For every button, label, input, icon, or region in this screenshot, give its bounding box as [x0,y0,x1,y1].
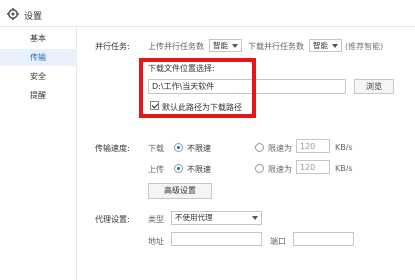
upload-parallel-select[interactable]: 智能 [209,39,242,52]
proxy-address-label: 地址 [148,237,164,246]
upload-unlimited-label: 不限速 [187,165,211,174]
download-unlimited-radio[interactable] [174,143,183,152]
download-parallel-value: 智能 [313,41,328,50]
download-limit-label: 限速为 [268,144,292,153]
sidebar-item-security[interactable]: 安全 [0,68,77,85]
proxy-label: 代理设置: [95,215,130,224]
proxy-type-value: 不使用代理 [175,213,213,222]
download-parallel-label: 下载并行任务数 [248,42,304,51]
download-limit-unit: KB/s [335,143,353,152]
download-limit-radio[interactable] [255,143,264,152]
upload-limit-input[interactable]: 120 [296,160,330,174]
advanced-settings-button[interactable]: 高级设置 [148,183,212,199]
proxy-type-select[interactable]: 不使用代理 [171,211,262,225]
proxy-port-input[interactable] [293,232,354,246]
upload-parallel-label: 上传并行任务数 [148,42,204,51]
upload-limit-unit: KB/s [335,164,353,173]
parallel-label: 并行任务: [95,42,130,51]
upload-limit-label: 限速为 [268,165,292,174]
sidebar-item-basic[interactable]: 基本 [0,30,77,47]
proxy-address-input[interactable] [171,232,262,246]
chevron-down-icon [232,44,238,48]
window-title: 设置 [24,12,43,22]
gear-icon [7,8,19,20]
proxy-type-label: 类型 [148,215,164,224]
upload-parallel-value: 智能 [213,41,228,50]
sidebar: 基本 传输 安全 提醒 [0,27,77,280]
upload-limit-radio[interactable] [255,164,264,173]
sidebar-item-reminder[interactable]: 提醒 [0,87,77,104]
chevron-down-icon [252,216,258,220]
highlight-frame [139,58,256,118]
parallel-hint: (推荐智能) [345,42,384,51]
speed-label: 传输速度: [95,144,130,153]
download-parallel-select[interactable]: 智能 [309,39,342,52]
title-bar: 设置 [0,0,415,27]
speed-download-label: 下载 [148,144,164,153]
download-limit-input[interactable]: 120 [296,139,330,153]
download-unlimited-label: 不限速 [187,144,211,153]
browse-button[interactable]: 浏览 [354,79,394,94]
upload-unlimited-radio[interactable] [174,164,183,173]
proxy-port-label: 端口 [270,237,286,246]
chevron-down-icon [332,44,338,48]
sidebar-item-transfer[interactable]: 传输 [0,49,77,66]
speed-upload-label: 上传 [148,165,164,174]
